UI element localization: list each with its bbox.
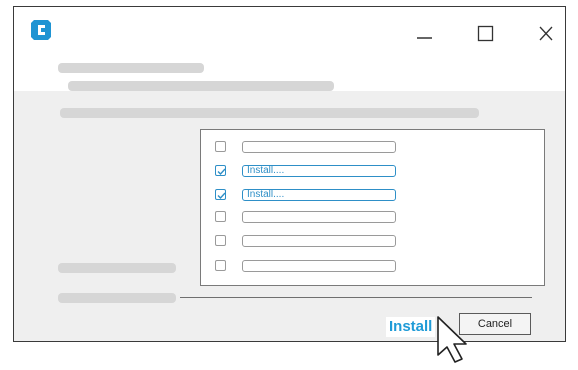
footer-divider xyxy=(180,297,532,298)
checkmark-icon xyxy=(217,168,226,176)
install-button[interactable]: Install xyxy=(386,317,436,337)
checkbox[interactable] xyxy=(215,165,226,176)
list-item xyxy=(215,141,401,155)
list-item xyxy=(215,211,401,225)
title-bar xyxy=(14,7,565,91)
list-item: Install.... xyxy=(215,165,401,179)
component-field[interactable] xyxy=(242,211,396,223)
list-item: Install.... xyxy=(215,189,401,203)
app-logo-icon xyxy=(30,19,52,41)
component-field[interactable] xyxy=(242,141,396,153)
close-icon[interactable] xyxy=(534,23,560,45)
checkbox[interactable] xyxy=(215,235,226,246)
component-field[interactable]: Install.... xyxy=(242,165,396,177)
components-list: Install.... Install.... xyxy=(200,129,545,286)
component-field[interactable] xyxy=(242,235,396,247)
component-field[interactable]: Install.... xyxy=(242,189,396,201)
checkbox[interactable] xyxy=(215,189,226,200)
installer-window: Install.... Install.... Install Cancel xyxy=(13,6,566,342)
checkbox[interactable] xyxy=(215,141,226,152)
list-item xyxy=(215,235,401,249)
content-area: Install.... Install.... Install Cancel xyxy=(14,91,565,341)
side-label-placeholder xyxy=(58,263,176,273)
mouse-pointer-icon xyxy=(432,315,478,365)
minimize-icon[interactable] xyxy=(412,23,438,45)
description-placeholder xyxy=(60,108,479,118)
component-field[interactable] xyxy=(242,260,396,272)
checkbox[interactable] xyxy=(215,211,226,222)
list-item xyxy=(215,260,401,274)
title-placeholder xyxy=(58,63,204,73)
checkbox[interactable] xyxy=(215,260,226,271)
footer-label-placeholder xyxy=(58,293,176,303)
subtitle-placeholder xyxy=(68,81,334,91)
checkmark-icon xyxy=(217,192,226,200)
maximize-icon[interactable] xyxy=(473,23,499,45)
